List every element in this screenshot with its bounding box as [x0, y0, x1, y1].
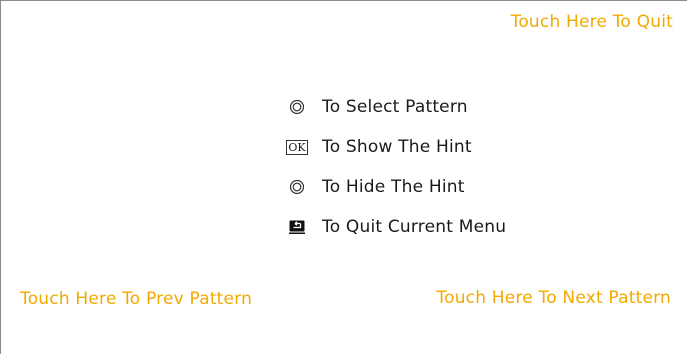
next-pattern-touch-area[interactable]: Touch Here To Next Pattern — [436, 288, 671, 308]
legend-item-hide-hint: To Hide The Hint — [288, 167, 506, 207]
return-arrow-icon — [288, 217, 306, 237]
ok-key-text: OK — [286, 139, 308, 155]
control-legend: To Select Pattern OK To Show The Hint To… — [286, 87, 506, 247]
double-circle-icon — [288, 97, 306, 117]
legend-item-show-hint: OK To Show The Hint — [286, 127, 506, 167]
legend-label: To Show The Hint — [322, 137, 472, 157]
legend-item-select-pattern: To Select Pattern — [288, 87, 506, 127]
legend-label: To Quit Current Menu — [322, 217, 507, 237]
double-circle-icon — [288, 177, 306, 197]
legend-label: To Hide The Hint — [322, 177, 465, 197]
prev-pattern-touch-area[interactable]: Touch Here To Prev Pattern — [20, 289, 252, 309]
ok-key-icon: OK — [286, 137, 308, 157]
legend-item-quit-menu: To Quit Current Menu — [288, 207, 506, 247]
legend-label: To Select Pattern — [322, 97, 468, 117]
quit-touch-area[interactable]: Touch Here To Quit — [511, 12, 673, 32]
